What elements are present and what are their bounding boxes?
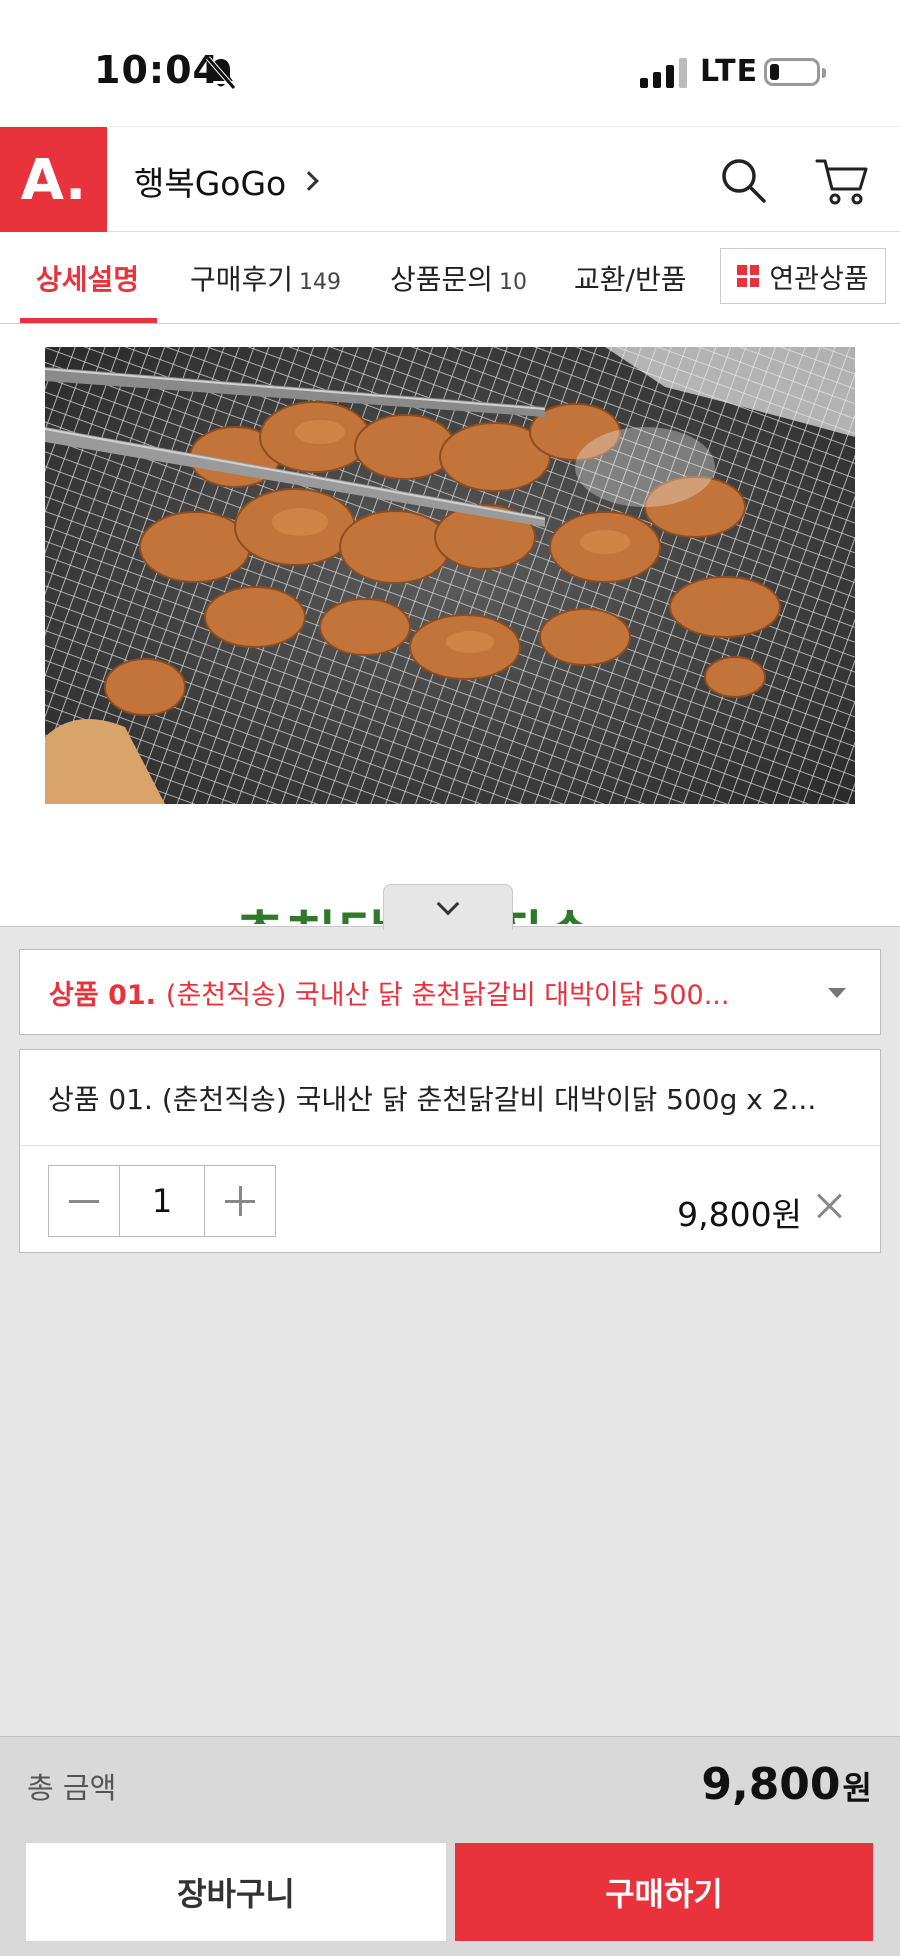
tab-qna[interactable]: 상품문의 10 [390, 258, 527, 298]
close-icon[interactable] [816, 1192, 844, 1220]
bell-off-icon [206, 56, 236, 90]
add-to-cart-button[interactable]: 장바구니 [26, 1843, 446, 1941]
divider [20, 1145, 880, 1146]
line-price: 9,800원 [677, 1195, 802, 1234]
cart-icon[interactable] [814, 153, 870, 209]
dropdown-caret-icon [828, 988, 846, 998]
option-value: (춘천직송) 국내산 닭 춘천닭갈비 대박이닭 500... [165, 979, 730, 1011]
battery-icon [764, 58, 826, 86]
store-name: 행복GoGo [134, 164, 287, 203]
tab-count: 10 [499, 270, 528, 295]
tab-label: 구매후기 [190, 263, 294, 296]
store-name-link[interactable]: 행복GoGo [134, 157, 320, 205]
minus-icon[interactable] [49, 1166, 119, 1236]
quantity-stepper: 1 [48, 1165, 276, 1237]
status-bar: 10:04 LTE [0, 0, 900, 126]
option-select[interactable]: 상품 01. (춘천직송) 국내산 닭 춘천닭갈비 대박이닭 500... [19, 949, 881, 1035]
total-amount-unit: 원 [842, 1769, 872, 1807]
tab-count: 149 [299, 270, 342, 295]
status-time: 10:04 [94, 48, 220, 92]
total-amount-number: 9,800 [701, 1759, 841, 1810]
store-logo[interactable]: A. [0, 127, 107, 233]
collapse-sheet-handle[interactable] [383, 884, 513, 930]
chevron-right-icon [299, 171, 320, 191]
related-products-label: 연관상품 [769, 263, 869, 295]
tab-detail[interactable]: 상세설명 [36, 258, 139, 298]
signal-icon [640, 58, 687, 88]
purchase-footer: 총 금액 9,800원 장바구니 구매하기 [0, 1736, 900, 1956]
selected-option-item: 상품 01. (춘천직송) 국내산 닭 춘천닭갈비 대박이닭 500g x 2.… [19, 1049, 881, 1253]
selected-item-name: 상품 01. (춘천직송) 국내산 닭 춘천닭갈비 대박이닭 500g x 2.… [48, 1083, 817, 1116]
tab-reviews[interactable]: 구매후기 149 [190, 258, 341, 298]
chevron-down-icon [436, 892, 460, 915]
total-amount: 9,800원 [701, 1759, 872, 1810]
tab-label: 상품문의 [390, 263, 494, 296]
related-products-button[interactable]: 연관상품 [720, 248, 886, 304]
product-photo [45, 347, 855, 804]
tab-exchange-return[interactable]: 교환/반품 [574, 258, 692, 298]
grid-icon [737, 265, 760, 287]
total-label: 총 금액 [27, 1771, 117, 1805]
product-detail-content: 춘천닭갈비직송 [0, 324, 900, 924]
buy-now-button[interactable]: 구매하기 [455, 1843, 873, 1941]
active-tab-indicator [20, 318, 157, 323]
app-header: A. 행복GoGo [0, 126, 900, 233]
tab-label: 상세설명 [36, 263, 140, 296]
tab-label: 교환/반품 [574, 263, 687, 296]
search-icon[interactable] [718, 155, 768, 205]
network-type: LTE [700, 54, 759, 89]
plus-icon[interactable] [205, 1166, 275, 1236]
option-prefix: 상품 01. [49, 979, 156, 1011]
quantity-input[interactable]: 1 [119, 1166, 205, 1236]
product-tabs: 상세설명 구매후기 149 상품문의 10 교환/반품 연관상품 [0, 232, 900, 324]
